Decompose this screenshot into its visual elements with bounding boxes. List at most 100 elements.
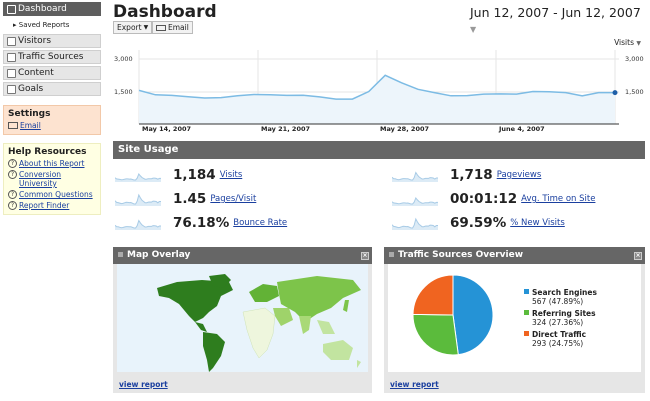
export-label: Export [117, 23, 142, 32]
question-icon: ? [8, 201, 17, 210]
sidebar-item-goals[interactable]: Goals [3, 82, 101, 96]
chevron-down-icon: ▼ [470, 25, 477, 34]
close-icon[interactable]: × [361, 251, 369, 260]
legend-direct-traffic: Direct Traffic 293 (24.75%) [524, 330, 586, 348]
sidebar-item-saved-reports[interactable]: ▸ Saved Reports [3, 18, 101, 32]
y-tick-mid-right: 1,500 [625, 88, 644, 96]
stat-visits: 1,184 Visits [115, 165, 242, 185]
help-link-about[interactable]: ? About this Report [8, 159, 97, 168]
traffic-view-report-link[interactable]: view report [390, 380, 439, 389]
email-link-label[interactable]: Email [20, 121, 41, 130]
settings-box: Settings Email [3, 105, 101, 135]
page-title: Dashboard [113, 2, 217, 22]
x-tick-date: May 28, 2007 [380, 125, 429, 133]
sidebar-item-label: Dashboard [18, 4, 67, 14]
sidebar-item-label: Content [18, 68, 54, 78]
traffic-sources-panel: Traffic Sources Overview × Search Engine… [384, 247, 645, 393]
content-icon [7, 68, 16, 78]
help-link-report-finder[interactable]: ? Report Finder [8, 201, 97, 210]
visitors-icon [7, 36, 16, 46]
help-link-conversion-university[interactable]: ? Conversion University [8, 170, 97, 188]
sidebar: Dashboard ▸ Saved Reports Visitors Traff… [3, 2, 101, 215]
line-chart: 3,000 1,500 3,000 1,500 May 14, 2007 May… [114, 50, 644, 133]
sidebar-item-label: Visitors [18, 36, 52, 46]
settings-email-link[interactable]: Email [8, 121, 97, 130]
stat-value: 1,184 [173, 167, 216, 183]
sparkline [392, 217, 438, 230]
date-range-picker[interactable]: Jun 12, 2007 - Jun 12, 2007 ▼ [470, 5, 650, 35]
stat-link[interactable]: % New Visits [510, 218, 565, 228]
stat-link[interactable]: Avg. Time on Site [521, 194, 595, 204]
chevron-down-icon: ▼ [143, 24, 149, 31]
email-button[interactable]: Email [152, 21, 193, 34]
sidebar-item-label: Saved Reports [18, 21, 70, 29]
map-view-report-link[interactable]: view report [119, 380, 168, 389]
x-tick-date: June 4, 2007 [498, 125, 545, 133]
world-map[interactable] [117, 264, 368, 372]
stat-avg-time: 00:01:12 Avg. Time on Site [392, 189, 595, 209]
traffic-pie-chart [412, 274, 494, 356]
traffic-sources-title: Traffic Sources Overview [398, 250, 524, 260]
sidebar-item-dashboard[interactable]: Dashboard [3, 2, 101, 16]
traffic-sources-body: Search Engines 567 (47.89%) Referring Si… [388, 264, 641, 372]
stat-value: 1,718 [450, 167, 493, 183]
metric-selector[interactable]: Visits ▼ [614, 38, 641, 47]
y-tick-top-right: 3,000 [625, 55, 644, 63]
sparkline [392, 197, 438, 206]
y-tick-top: 3,000 [114, 55, 133, 63]
panel-grip-icon [118, 252, 123, 257]
stat-value: 76.18% [173, 215, 230, 231]
help-resources-box: Help Resources ? About this Report ? Con… [3, 143, 101, 215]
y-tick-mid: 1,500 [114, 88, 133, 96]
help-link-label[interactable]: About this Report [19, 159, 85, 168]
help-title: Help Resources [8, 147, 87, 157]
pie-slice-referring-sites[interactable] [412, 313, 459, 356]
question-icon: ? [8, 170, 17, 179]
sidebar-item-label: Goals [18, 84, 44, 94]
stat-pageviews: 1,718 Pageviews [392, 165, 541, 185]
visits-graph: Visits ▼ 3,000 1,500 3,000 1,500 May 14,… [113, 38, 645, 138]
pie-slice-direct-traffic[interactable] [412, 274, 454, 316]
close-icon[interactable]: × [634, 251, 642, 260]
world-map-graphic [117, 264, 368, 372]
site-usage-panel: Site Usage 1,184 Visits 1,718 Pageviews … [113, 141, 645, 241]
sparkline [115, 219, 161, 230]
pie-slice-search-engines[interactable] [452, 274, 494, 356]
sidebar-item-traffic-sources[interactable]: Traffic Sources [3, 50, 101, 64]
legend-name: Search Engines [532, 288, 597, 297]
data-point[interactable] [612, 90, 618, 96]
settings-title: Settings [8, 109, 51, 119]
mail-icon [156, 24, 166, 31]
stat-bounce-rate: 76.18% Bounce Rate [115, 213, 287, 233]
panel-grip-icon [389, 252, 394, 257]
legend-detail: 324 (27.36%) [532, 318, 584, 327]
map-overlay-header: Map Overlay × [113, 247, 372, 264]
stat-link[interactable]: Visits [220, 170, 243, 180]
goals-icon [7, 84, 16, 94]
stat-link[interactable]: Bounce Rate [233, 218, 287, 228]
sidebar-item-visitors[interactable]: Visitors [3, 34, 101, 48]
sparkline [392, 171, 438, 182]
legend-search-engines: Search Engines 567 (47.89%) [524, 288, 597, 306]
question-icon: ? [8, 159, 17, 168]
sidebar-item-content[interactable]: Content [3, 66, 101, 80]
help-link-label[interactable]: Common Questions [19, 190, 93, 199]
stat-value: 1.45 [173, 191, 207, 207]
triangle-right-icon: ▸ [13, 21, 17, 29]
metric-label: Visits [614, 38, 634, 47]
sparkline [115, 173, 161, 182]
help-link-label[interactable]: Report Finder [19, 201, 69, 210]
stat-link[interactable]: Pageviews [497, 170, 542, 180]
stat-link[interactable]: Pages/Visit [210, 194, 256, 204]
traffic-sources-icon [7, 52, 16, 62]
help-link-label[interactable]: Conversion University [19, 170, 97, 188]
help-link-common-questions[interactable]: ? Common Questions [8, 190, 97, 199]
export-button[interactable]: Export ▼ [113, 21, 153, 34]
stat-pages-per-visit: 1.45 Pages/Visit [115, 189, 256, 209]
email-label: Email [168, 23, 189, 32]
stat-value: 00:01:12 [450, 191, 518, 207]
mail-icon [8, 122, 18, 129]
chevron-down-icon: ▼ [636, 40, 641, 47]
legend-name: Referring Sites [532, 309, 596, 318]
stat-value: 69.59% [450, 215, 507, 231]
